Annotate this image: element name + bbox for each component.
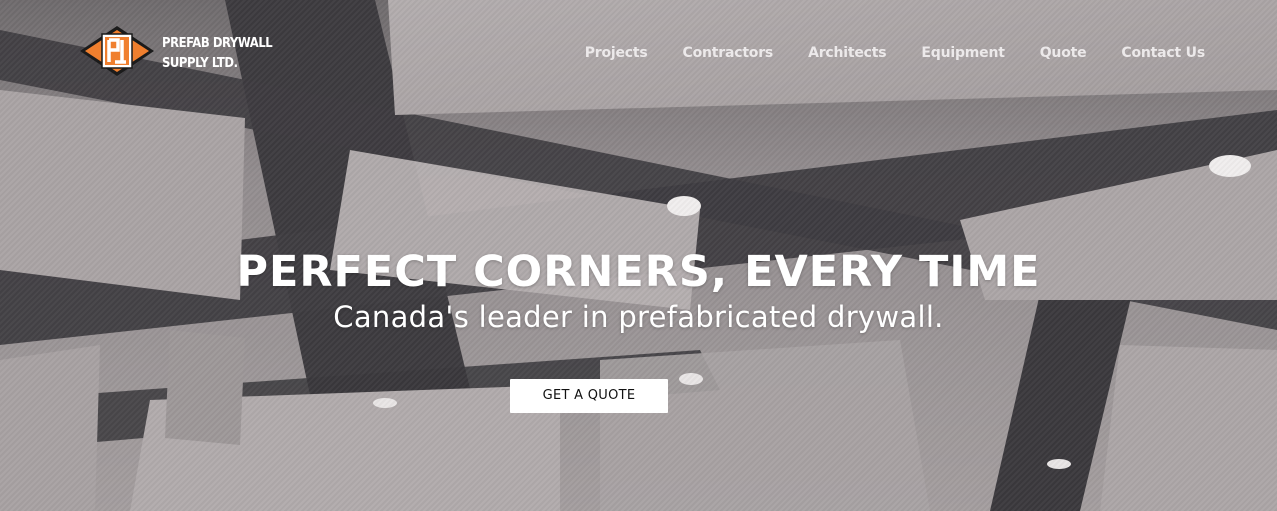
- brand-name: PREFAB DRYWALL SUPPLY LTD.: [162, 33, 273, 73]
- hero-content: PERFECT CORNERS, EVERY TIME Canada's lea…: [0, 243, 1277, 337]
- brand-name-line2: SUPPLY LTD.: [162, 55, 238, 71]
- nav-link-contact-us[interactable]: Contact Us: [1121, 44, 1205, 62]
- nav-link-projects[interactable]: Projects: [585, 44, 648, 62]
- pd-monogram-diamond-icon: [80, 26, 154, 76]
- hero-headline: PERFECT CORNERS, EVERY TIME: [236, 247, 1041, 297]
- get-a-quote-button[interactable]: GET A QUOTE: [510, 379, 668, 413]
- site-header: PREFAB DRYWALL SUPPLY LTD. Projects Cont…: [0, 0, 1277, 100]
- nav-link-equipment[interactable]: Equipment: [921, 44, 1005, 62]
- hero-section: PREFAB DRYWALL SUPPLY LTD. Projects Cont…: [0, 0, 1277, 511]
- nav-link-quote[interactable]: Quote: [1040, 44, 1087, 62]
- brand-name-line1: PREFAB DRYWALL: [162, 35, 273, 51]
- nav-link-architects[interactable]: Architects: [808, 44, 887, 62]
- hero-tagline: Canada's leader in prefabricated drywall…: [333, 300, 944, 334]
- main-nav: Projects Contractors Architects Equipmen…: [550, 44, 1205, 62]
- nav-link-contractors[interactable]: Contractors: [683, 44, 774, 62]
- site-logo[interactable]: PREFAB DRYWALL SUPPLY LTD.: [78, 24, 278, 78]
